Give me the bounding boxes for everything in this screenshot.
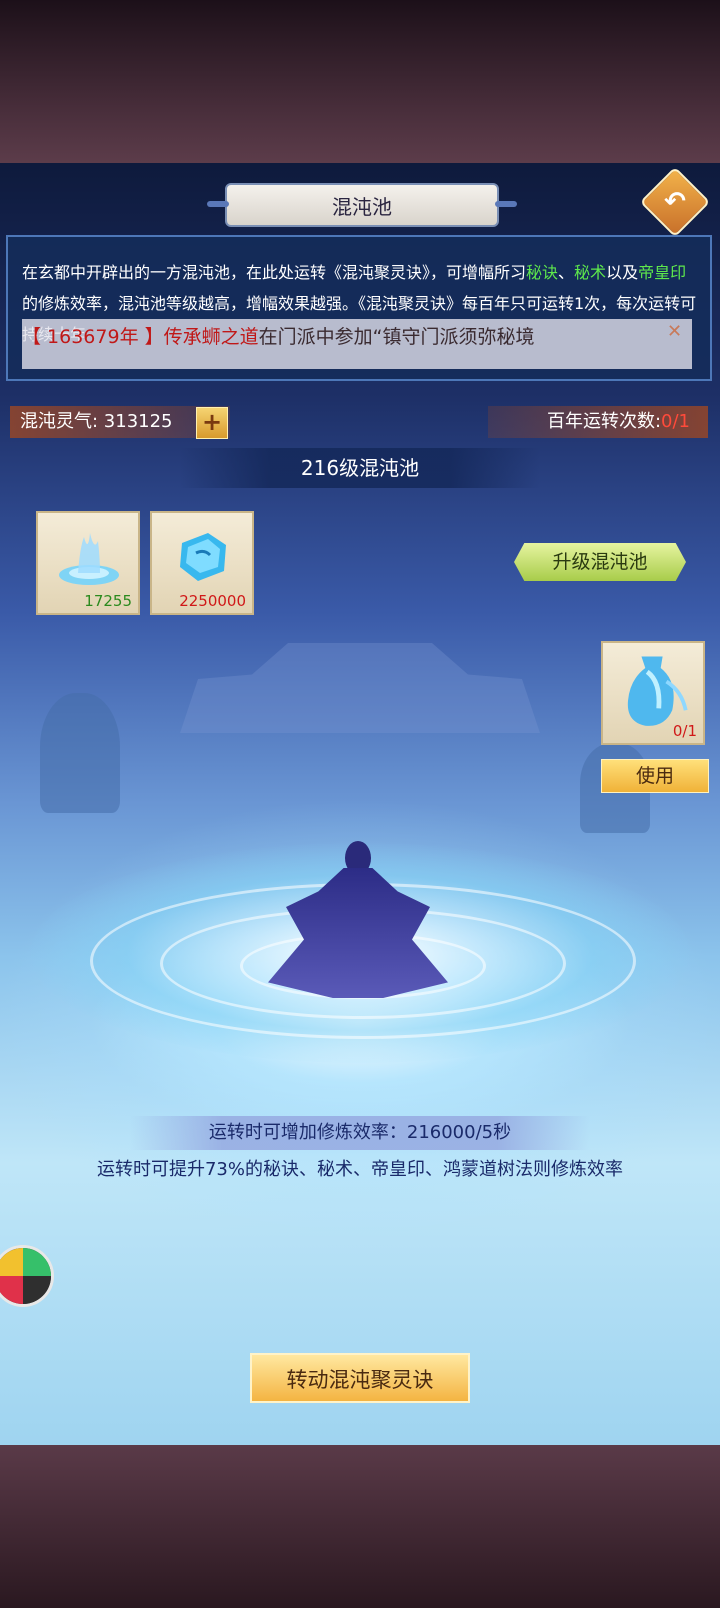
rotation-count-label: 百年运转次数:: [546, 411, 662, 432]
back-button[interactable]: ↶: [639, 166, 711, 238]
efficiency-description: 运转时可提升73%的秘诀、秘术、帝皇印、鸿蒙道树法则修炼效率: [96, 1159, 623, 1180]
consumable-slot[interactable]: 0/1: [601, 641, 705, 745]
rotate-chaos-art-button[interactable]: 转动混沌聚灵诀: [250, 1353, 470, 1403]
top-letterbox: [0, 0, 720, 163]
title-text: 混沌池: [332, 194, 392, 219]
chaos-qi-label: 混沌灵气: 313125: [20, 411, 173, 432]
mountain-left: [40, 693, 120, 813]
marquee-text-red: 【 163679年 】传承: [22, 326, 202, 348]
material-slot-fountain[interactable]: 17255: [36, 511, 140, 615]
marquee-text-rest: 在门派中参加“镇守门派须弥秘境: [258, 326, 535, 348]
page-title: 混沌池: [207, 183, 517, 227]
game-screen: 混沌池 ↶ 在玄都中开辟出的一方混沌池，在此处运转《混沌聚灵诀》，可增幅所习秘诀…: [0, 163, 720, 1445]
highlight-secret-skill: 秘术: [574, 263, 607, 282]
bottom-letterbox: [0, 1445, 720, 1608]
marquee-text-name: 蛳之道: [201, 326, 259, 348]
rotation-count-value: 0/1: [661, 411, 690, 432]
blue-crystal-icon: [180, 533, 226, 581]
highlight-secret-art: 秘诀: [526, 263, 559, 282]
stats-row: 混沌灵气: 313125 + 百年运转次数:0/1: [10, 406, 708, 439]
highlight-emperor-seal: 帝皇印: [638, 263, 687, 282]
rotation-count-stat: 百年运转次数:0/1: [488, 406, 708, 438]
material-count: 2250000: [179, 592, 246, 610]
temple-silhouette: [180, 643, 540, 733]
use-item-button[interactable]: 使用: [601, 759, 709, 793]
back-arrow-icon: ↶: [664, 187, 686, 217]
system-marquee: 【 163679年 】传承蛳之道在门派中参加“镇守门派须弥秘境: [22, 319, 692, 369]
add-chaos-qi-button[interactable]: +: [196, 407, 228, 439]
consumable-count: 0/1: [672, 722, 697, 740]
floating-assistant-icon[interactable]: [0, 1245, 54, 1307]
material-slot-crystal[interactable]: 2250000: [150, 511, 254, 615]
efficiency-banner: 运转时可增加修炼效率：216000/5秒: [130, 1116, 590, 1150]
pool-level-banner: 216级混沌池: [180, 448, 540, 488]
close-icon[interactable]: ✕: [667, 321, 682, 342]
upgrade-pool-button[interactable]: 升级混沌池: [514, 543, 686, 581]
spirit-fountain-icon: [59, 533, 119, 585]
material-count: 17255: [84, 592, 132, 610]
